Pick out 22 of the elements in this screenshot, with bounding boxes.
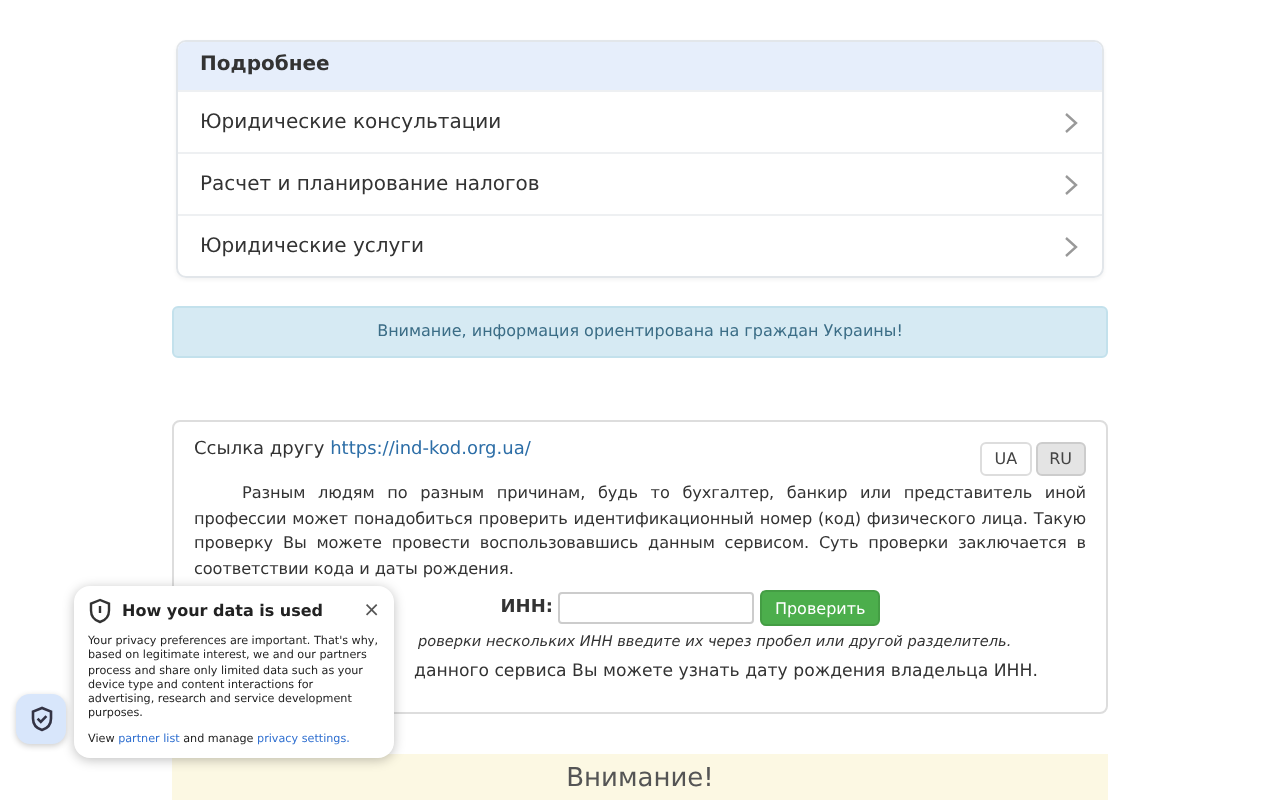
popup-title: How your data is used bbox=[122, 602, 326, 620]
intro-paragraph: Разным людям по разным причинам, будь то бухгалтер, банкир или представитель иной профессии может понадобиться проверить идентификационный номер (код) физического лица. Такую проверку Вы можете провести воспользовавшись данным сервисом. Суть проверки заключается в соответствии кода и даты рождения. bbox=[194, 480, 1086, 580]
language-button[interactable]: UA bbox=[980, 442, 1032, 476]
inn-field[interactable] bbox=[558, 592, 755, 624]
chevron-right-icon bbox=[1064, 173, 1078, 195]
shield-check-icon bbox=[29, 706, 53, 732]
warning-title: Внимание! bbox=[566, 764, 714, 798]
shield-icon bbox=[88, 598, 112, 624]
chevron-right-icon bbox=[1064, 111, 1078, 133]
chevron-right-icon bbox=[1064, 235, 1078, 257]
menu-item[interactable]: Юридические консультации bbox=[178, 90, 1102, 152]
close-button[interactable]: × bbox=[363, 601, 380, 621]
note-text: данного сервиса Вы можете узнать дату рождения владельца ИНН. bbox=[414, 662, 1040, 682]
language-button[interactable]: RU bbox=[1035, 442, 1086, 476]
privacy-button[interactable] bbox=[16, 694, 66, 744]
menu-item[interactable]: Юридические услуги bbox=[178, 214, 1102, 276]
share-link[interactable]: https://ind-kod.org.ua/ bbox=[330, 440, 531, 460]
inn-label: ИНН: bbox=[500, 598, 553, 618]
menu-item[interactable]: Расчет и планирование налогов bbox=[178, 152, 1102, 214]
notice-banner: Внимание, информация ориентирована на граждан Украины! bbox=[172, 306, 1108, 358]
share-text: Ссылка другу https://ind-kod.org.ua/ bbox=[194, 440, 531, 460]
menu-title: Подробнее bbox=[178, 42, 1102, 90]
